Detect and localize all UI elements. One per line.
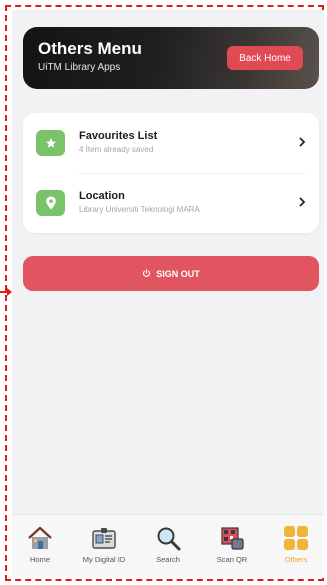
app-screen: Others Menu UiTM Library Apps Back Home … [12,10,324,578]
bottom-tab-bar: Home My Digital ID Search Scan QR Others [12,514,324,578]
sign-out-button[interactable]: SIGN OUT [23,256,319,291]
menu-item-subtitle: 4 Item already saved [79,145,154,154]
chevron-right-icon [299,197,306,207]
tab-label: Others [284,555,308,564]
page-title: Others Menu [38,39,142,58]
qr-scan-icon [221,527,244,550]
tab-scan-qr[interactable]: Scan QR [204,525,260,575]
tab-label: Home [29,555,50,564]
tab-search[interactable]: Search [140,525,196,575]
tab-label: Search [156,555,180,564]
menu-item-title: Favourites List [79,130,158,142]
menu-item-location[interactable]: Location Library Universiti Teknologi MA… [23,173,319,233]
chevron-right-icon [299,137,306,147]
menu-item-favourites[interactable]: Favourites List 4 Item already saved [23,113,319,173]
tab-label: My Digital ID [82,555,126,564]
header-banner: Others Menu UiTM Library Apps Back Home [23,27,319,89]
magnifier-icon [157,527,181,551]
menu-item-title: Location [79,190,125,202]
grid-icon [284,526,308,550]
tab-label: Scan QR [216,555,248,564]
id-card-icon [92,528,116,549]
menu-item-subtitle: Library Universiti Teknologi MARA [79,205,200,214]
tab-digital-id[interactable]: My Digital ID [76,525,132,575]
sign-out-label: SIGN OUT [156,268,200,279]
menu-card: Favourites List 4 Item already saved Loc… [23,113,319,233]
tab-home[interactable]: Home [12,525,68,575]
annotation-arrow [0,288,12,296]
page-subtitle: UiTM Library Apps [38,62,121,73]
back-home-button[interactable]: Back Home [227,46,303,70]
tab-others[interactable]: Others [268,525,324,575]
power-icon [143,269,151,277]
home-icon [28,526,52,549]
star-icon [36,130,65,156]
location-pin-icon [36,190,65,216]
